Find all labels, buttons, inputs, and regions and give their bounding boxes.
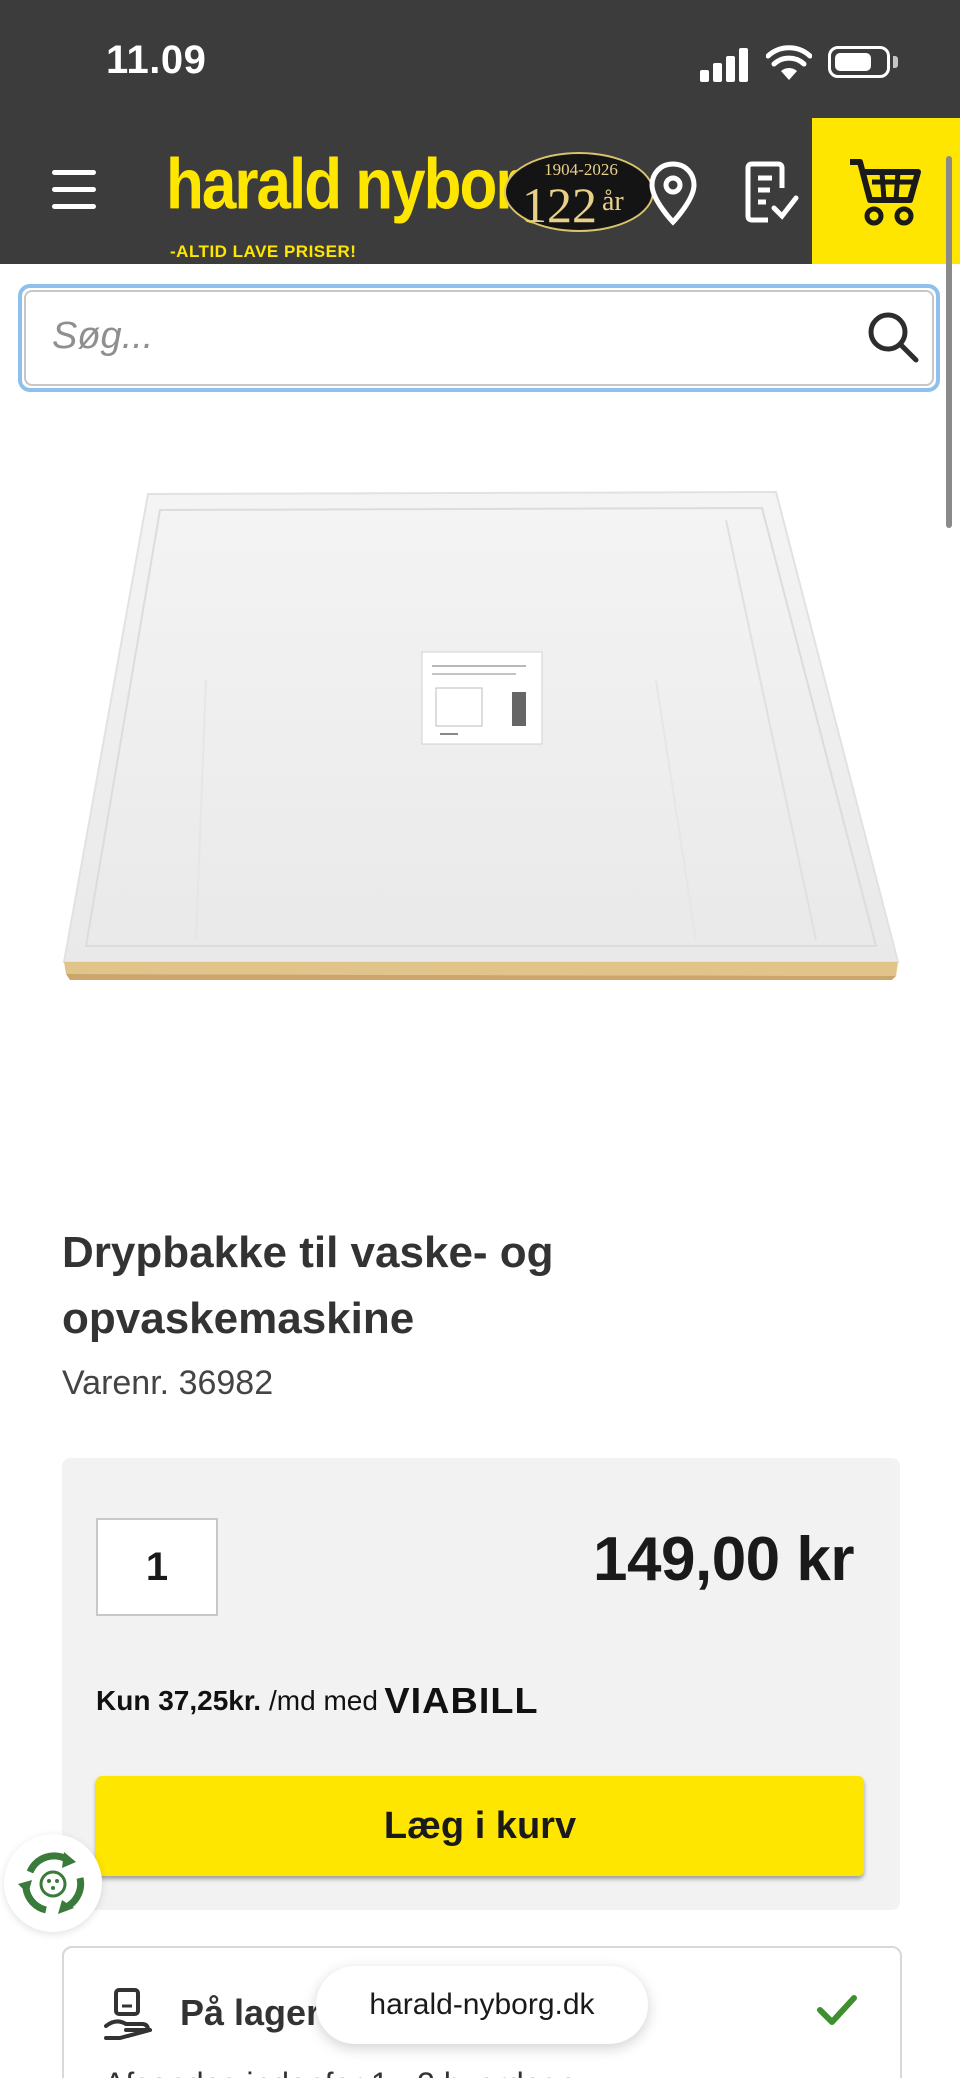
battery-icon [828,46,890,78]
stock-box-icon [104,1988,152,2040]
anniversary-number: 122 [522,177,597,233]
check-icon [817,1995,857,2025]
status-time: 11.09 [106,38,207,82]
cart-icon [850,159,921,226]
stock-label: På lager [180,1992,321,2033]
product-label [421,651,543,745]
product-sku: Varenr. 36982 [62,1364,273,1403]
sku-label: Varenr. [62,1364,170,1402]
site-header: harald nyborg -ALTID LAVE PRISER! 1904-2… [0,118,960,264]
stock-delivery-text: Afsendes indenfor 1 - 3 hverdage [104,2066,577,2078]
installment-amount: Kun 37,25kr. [96,1685,261,1716]
anniversary-badge: 1904-2026 122 år [504,152,654,233]
page-scrollbar[interactable] [946,156,952,528]
search-input[interactable] [52,310,812,362]
viabill-logo[interactable]: VIABILL [384,1680,538,1722]
installment-period: /md med [268,1685,378,1716]
logo-wordmark: harald nyborg [166,145,555,225]
location-pin-icon[interactable] [640,158,706,228]
cellular-signal-icon [700,48,750,82]
search-bar [18,284,940,392]
installment-info: Kun 37,25kr. /md med VIABILL [96,1680,538,1722]
purchase-box: 1 149,00 kr Kun 37,25kr. /md med VIABILL… [62,1458,900,1910]
shopping-list-icon[interactable] [738,158,804,228]
recycle-badge-icon[interactable] [4,1834,102,1932]
add-to-cart-button[interactable]: Læg i kurv [96,1776,864,1876]
cart-button[interactable] [812,118,960,264]
product-title: Drypbakke til vaske- og opvaskemaskine [62,1228,554,1343]
anniversary-unit: år [602,186,624,217]
quantity-input[interactable]: 1 [96,1518,218,1616]
product-image[interactable] [56,480,906,1000]
product-price: 149,00 kr [593,1525,854,1594]
menu-button[interactable] [46,168,102,212]
browser-url-pill[interactable]: harald-nyborg.dk [316,1966,648,2044]
sku-number: 36982 [178,1364,274,1402]
wifi-icon [766,45,812,80]
logo-tagline: -ALTID LAVE PRISER! [170,242,357,261]
status-bar: 11.09 [0,0,960,118]
search-icon[interactable] [866,310,920,364]
